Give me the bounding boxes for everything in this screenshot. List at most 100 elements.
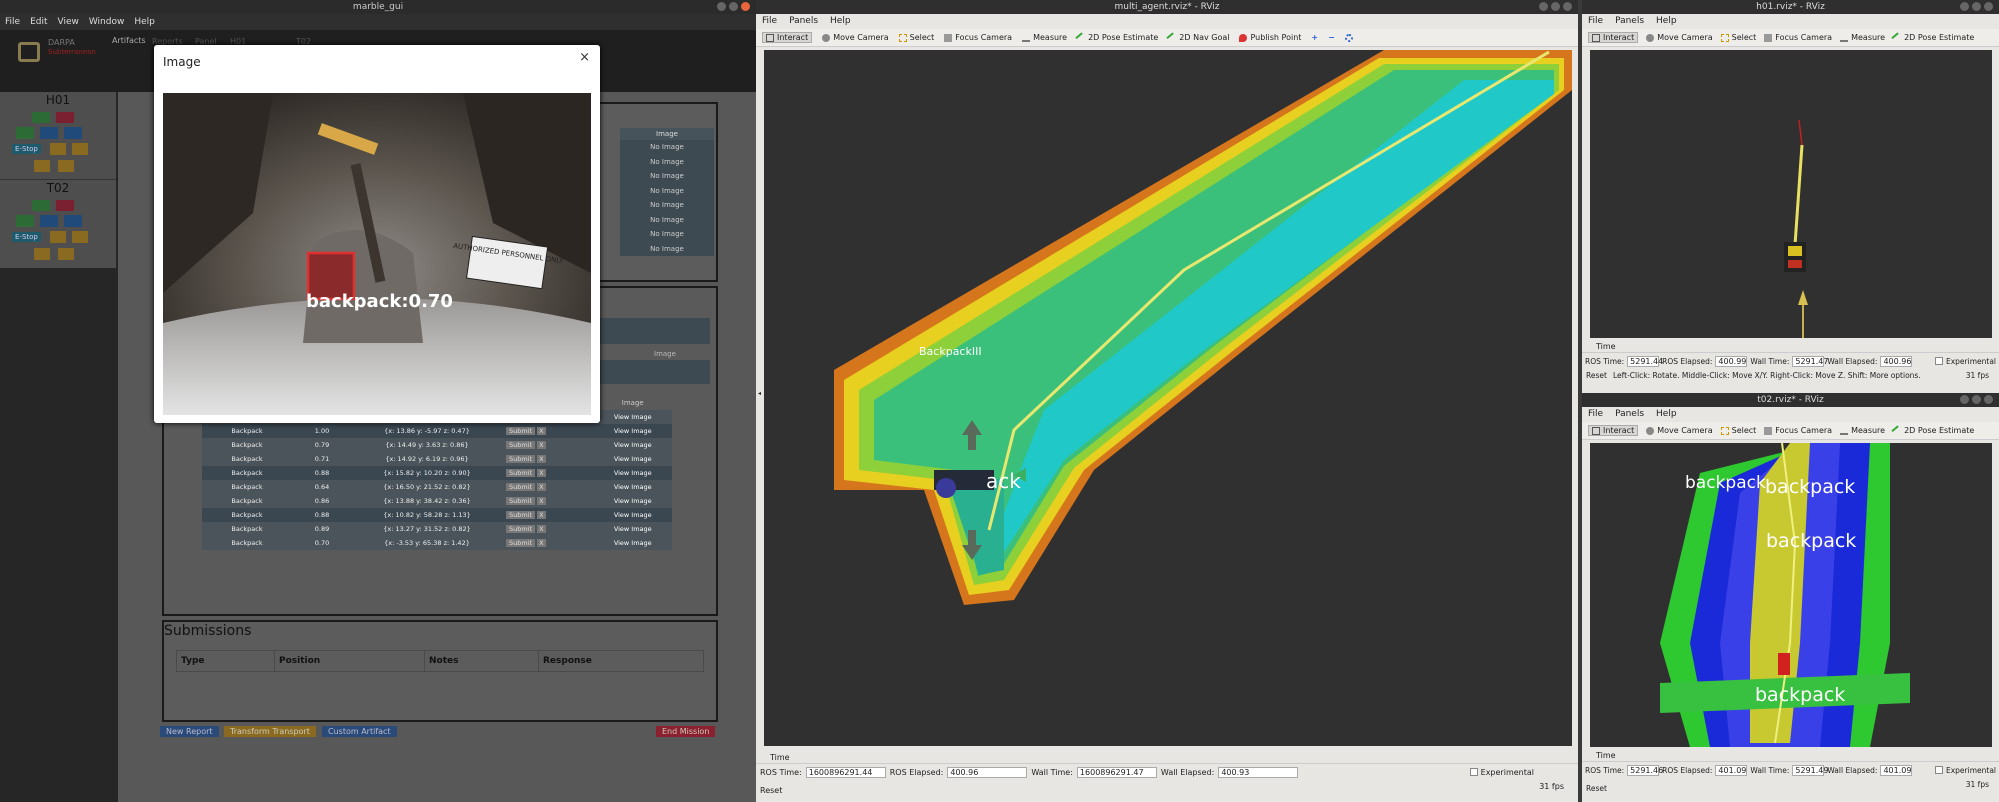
delete-x-button[interactable]: X	[537, 483, 546, 491]
delete-x-button[interactable]: X	[537, 539, 546, 547]
add-tool-button[interactable]: +	[1311, 33, 1318, 42]
teleop-button[interactable]	[64, 215, 82, 227]
transform-transport-button[interactable]: Transform Transport	[224, 726, 316, 737]
nav-artifacts[interactable]: Artifacts	[112, 36, 146, 45]
rviz-main-left-handle[interactable]: ◂	[756, 50, 764, 746]
ros-elapsed-field[interactable]: 400.99	[1715, 355, 1748, 367]
close-window-icon[interactable]	[741, 2, 750, 11]
submit-button[interactable]: Submit	[506, 455, 536, 463]
tool-interact[interactable]: Interact	[762, 32, 813, 43]
view-image-link[interactable]: View Image	[593, 424, 672, 438]
menu-help[interactable]: Help	[1656, 14, 1677, 29]
ros-time-field[interactable]: 1600896291.44	[805, 766, 886, 778]
view-image-link[interactable]: View Image	[593, 494, 672, 508]
maximize-icon[interactable]	[1551, 2, 1560, 11]
close-window-icon[interactable]	[1563, 2, 1572, 11]
ros-elapsed-field[interactable]: 401.09	[1715, 764, 1748, 776]
end-mission-button[interactable]: End Mission	[656, 726, 716, 737]
stop-button[interactable]	[56, 200, 74, 211]
deploy-button[interactable]	[58, 160, 74, 172]
submit-button[interactable]: Submit	[506, 539, 536, 547]
submit-button[interactable]: Submit	[506, 483, 536, 491]
tool-2d-pose[interactable]: 2D Pose Estimate	[1891, 31, 1974, 44]
nav-darpa[interactable]: DARPA	[48, 38, 75, 47]
tool-select[interactable]: Select	[898, 33, 934, 42]
reset-button[interactable]: Reset	[1586, 371, 1607, 380]
tool-measure[interactable]: Measure	[1840, 426, 1885, 435]
wall-elapsed-field[interactable]: 400.96	[1880, 355, 1913, 367]
reset-button[interactable]: Reset	[1586, 784, 1607, 793]
view-image-link[interactable]: View Image	[593, 522, 672, 536]
tool-2d-pose[interactable]: 2D Pose Estimate	[1075, 31, 1158, 44]
delete-x-button[interactable]: X	[537, 469, 546, 477]
delete-x-button[interactable]: X	[537, 455, 546, 463]
ros-elapsed-field[interactable]: 400.96	[947, 766, 1028, 778]
view-image-link[interactable]: View Image	[593, 452, 672, 466]
tool-publish-point[interactable]: Publish Point	[1239, 33, 1301, 42]
modal-close-button[interactable]: ×	[579, 50, 590, 65]
play-button[interactable]	[32, 200, 50, 211]
tool-2d-nav-goal[interactable]: 2D Nav Goal	[1166, 31, 1229, 44]
estop-button-t02[interactable]: E-Stop	[12, 232, 41, 242]
wall-elapsed-field[interactable]: 401.09	[1880, 764, 1913, 776]
gamepad-button[interactable]	[72, 231, 88, 243]
minimize-icon[interactable]	[1960, 395, 1969, 404]
view-image-link[interactable]: View Image	[593, 480, 672, 494]
tool-measure[interactable]: Measure	[1022, 33, 1067, 42]
waypoint-button[interactable]	[16, 215, 34, 227]
custom-artifact-button[interactable]: Custom Artifact	[322, 726, 397, 737]
tool-settings-button[interactable]	[1344, 33, 1353, 42]
menu-panels[interactable]: Panels	[789, 14, 818, 29]
wall-time-field[interactable]: 1600896291.47	[1076, 766, 1157, 778]
wall-elapsed-field[interactable]: 400.93	[1218, 766, 1299, 778]
tool-focus-camera[interactable]: Focus Camera	[944, 33, 1012, 42]
submit-button[interactable]: Submit	[506, 469, 536, 477]
tool-measure[interactable]: Measure	[1840, 33, 1885, 42]
view-image-link[interactable]: View Image	[593, 466, 672, 480]
tool-move-camera[interactable]: Move Camera	[822, 33, 889, 42]
view-image-link[interactable]: View Image	[593, 536, 672, 550]
close-window-icon[interactable]	[1984, 2, 1993, 11]
minimize-icon[interactable]	[717, 2, 726, 11]
maximize-icon[interactable]	[1972, 395, 1981, 404]
menu-panels[interactable]: Panels	[1615, 14, 1644, 29]
tool-interact[interactable]: Interact	[1588, 425, 1639, 436]
remove-tool-button[interactable]: −	[1328, 33, 1335, 42]
menu-panels[interactable]: Panels	[1615, 407, 1644, 422]
menu-window[interactable]: Window	[89, 14, 125, 30]
experimental-checkbox[interactable]	[1934, 357, 1943, 365]
menu-edit[interactable]: Edit	[30, 14, 47, 30]
view-image-link[interactable]: View Image	[593, 438, 672, 452]
delete-x-button[interactable]: X	[537, 427, 546, 435]
wall-time-field[interactable]: 5291.49	[1792, 764, 1828, 776]
submit-button[interactable]: Submit	[506, 441, 536, 449]
stop-button[interactable]	[56, 112, 74, 123]
tool-focus-camera[interactable]: Focus Camera	[1764, 426, 1832, 435]
submit-button[interactable]: Submit	[506, 427, 536, 435]
play-button[interactable]	[32, 112, 50, 123]
submit-button[interactable]: Submit	[506, 511, 536, 519]
gamepad-button[interactable]	[72, 143, 88, 155]
estop-button-h01[interactable]: E-Stop	[12, 144, 41, 154]
tool-move-camera[interactable]: Move Camera	[1646, 33, 1713, 42]
submit-button[interactable]: Submit	[506, 497, 536, 505]
delete-x-button[interactable]: X	[537, 441, 546, 449]
tool-select[interactable]: Select	[1720, 33, 1756, 42]
experimental-checkbox[interactable]	[1469, 768, 1478, 776]
menu-file[interactable]: File	[762, 14, 777, 29]
menu-help[interactable]: Help	[1656, 407, 1677, 422]
menu-file[interactable]: File	[1588, 14, 1603, 29]
waypoint-button[interactable]	[16, 127, 34, 139]
reset-button[interactable]: Reset	[760, 786, 782, 795]
experimental-checkbox[interactable]	[1934, 766, 1943, 774]
maximize-icon[interactable]	[729, 2, 738, 11]
tool-2d-pose[interactable]: 2D Pose Estimate	[1891, 424, 1974, 437]
tool-move-camera[interactable]: Move Camera	[1646, 426, 1713, 435]
rviz-main-viewport[interactable]: BackpackIII ack	[764, 50, 1572, 746]
menu-file[interactable]: File	[1588, 407, 1603, 422]
ros-time-field[interactable]: 5291.46	[1627, 764, 1663, 776]
tool-interact[interactable]: Interact	[1588, 32, 1639, 43]
radio-button[interactable]	[50, 231, 66, 243]
ros-time-field[interactable]: 5291.44	[1627, 355, 1663, 367]
delete-x-button[interactable]: X	[537, 497, 546, 505]
